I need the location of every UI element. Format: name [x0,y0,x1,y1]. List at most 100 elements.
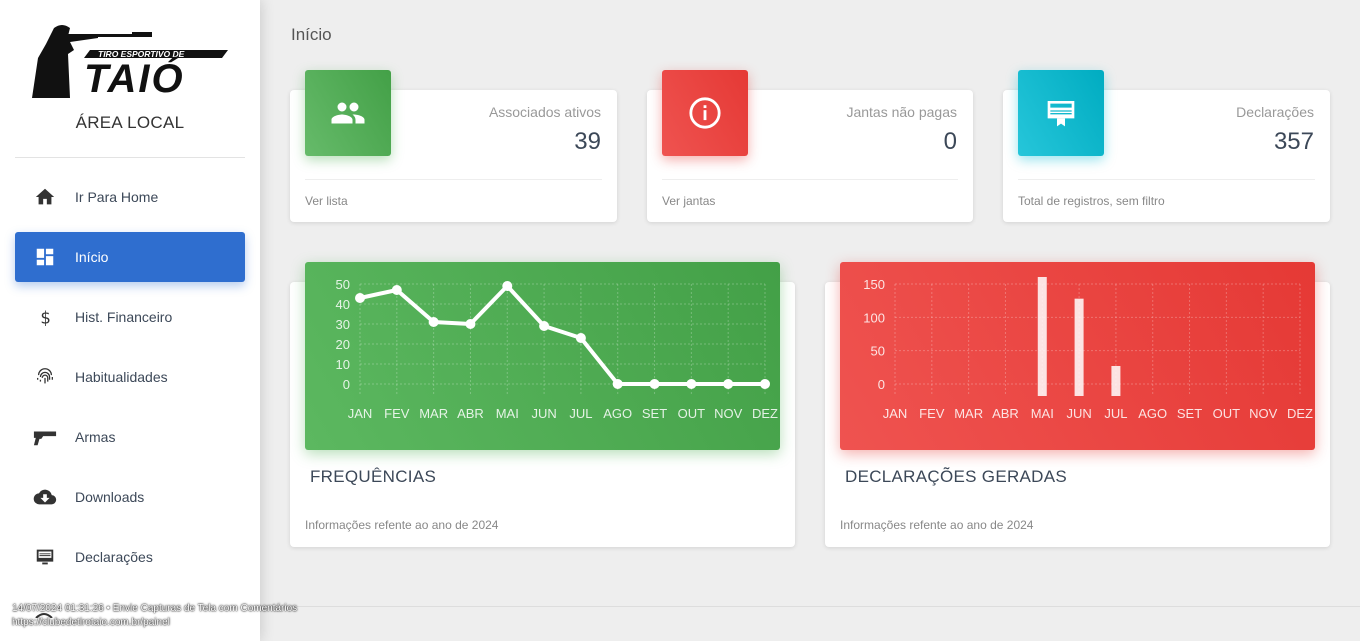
footer-divider [260,606,1360,607]
club-logo[interactable]: TIRO ESPORTIVO DE TAIÓ [32,20,228,101]
sidebar-title: ÁREA LOCAL [75,113,185,132]
stat-category: Associados ativos [488,104,601,120]
x-tick-label: ABR [457,406,484,421]
sidebar-item-label: Downloads [75,489,145,505]
x-tick-label: JUN [1066,406,1091,421]
sidebar-item-inicio[interactable]: Início [15,232,245,282]
stat-footer-link[interactable]: Ver jantas [662,194,715,208]
y-tick-label: 10 [336,357,350,372]
divider [1018,179,1315,180]
x-tick-label: NOV [1249,406,1278,421]
y-tick-label: 0 [878,377,885,392]
bar-chart: 0 50 100 150 JAN FEV MAR ABR MAI JUN JUL AGO SET OUT N… [863,277,1313,421]
stat-footer-link[interactable]: Ver lista [305,194,348,208]
series-line [359,284,765,386]
y-tick-label: 50 [336,277,350,292]
page-title: Início [291,25,332,44]
x-tick-label: SET [1177,406,1202,421]
x-tick-label: AGO [1138,406,1167,421]
pistol-icon [33,425,57,449]
x-tick-label: OUT [1213,406,1241,421]
chart-footer: Informações refente ao ano de 2024 [840,518,1034,532]
chart-title: DECLARAÇÕES GERADAS [845,467,1068,486]
stat-value: 0 [943,128,957,155]
y-tick-label: 150 [863,277,885,292]
card-icon [33,545,57,569]
sidebar-nav: Ir Para Home Início $ Hist. Financeiro H… [15,172,245,592]
x-tick-label: FEV [384,406,410,421]
stat-category: Jantas não pagas [846,104,957,120]
x-tick-label: MAR [954,406,983,421]
y-tick-label: 100 [863,310,885,325]
fingerprint-icon [33,365,57,389]
x-tick-label: ABR [992,406,1019,421]
bar [1074,298,1084,396]
x-tick-label: AGO [603,406,632,421]
dashboard-icon [33,245,57,269]
stat-icon-box [662,70,748,156]
stat-footer-text: Total de registros, sem filtro [1018,194,1165,208]
data-point [612,379,623,389]
data-point [649,379,660,389]
sidebar-item-declaracoes[interactable]: Declarações [15,532,245,582]
sidebar-item-label: Armas [75,429,116,445]
x-tick-label: NOV [714,406,743,421]
sidebar-item-armas[interactable]: Armas [15,412,245,462]
x-tick-label: JAN [883,406,908,421]
sidebar-item-label: Ir Para Home [75,189,159,205]
chart-declaracoes: 0 50 100 150 JAN FEV MAR ABR MAI JUN JUL AGO SET OUT N… [840,262,1315,450]
y-tick-label: 0 [343,377,350,392]
data-point [465,319,476,329]
divider [305,179,602,180]
chart-footer: Informações refente ao ano de 2024 [305,518,499,532]
y-tick-label: 50 [871,344,885,359]
stat-value: 357 [1273,128,1314,155]
screenshot-overlay: 14/07/2024 01:31:26 • Envie Capturas de … [12,602,297,630]
sidebar-item-habitualidades[interactable]: Habitualidades [15,352,245,402]
x-tick-label: JAN [348,406,373,421]
sidebar: TIRO ESPORTIVO DE TAIÓ ÁREA LOCAL Ir Par… [0,0,260,641]
stat-icon-box [1018,70,1104,156]
sidebar-item-label: Habitualidades [75,369,168,385]
svg-text:$: $ [40,308,51,327]
bar [1037,277,1047,396]
x-tick-label: JUL [1104,406,1127,421]
x-tick-label: MAI [496,406,519,421]
x-tick-label: DEZ [1287,406,1313,421]
x-tick-label: FEV [919,406,945,421]
y-tick-label: 30 [336,317,350,332]
x-tick-label: SET [642,406,667,421]
sidebar-item-home[interactable]: Ir Para Home [15,172,245,222]
x-tick-label: MAR [419,406,448,421]
data-point [760,379,770,389]
overlay-timestamp: 14/07/2024 01:31:26 • Envie Capturas de … [12,603,298,614]
x-tick-label: OUT [678,406,706,421]
data-point [575,333,586,343]
chart-frequencias: 0 10 20 30 40 50 JAN FEV MAR ABR MAI JUN JUL AGO SET OU… [305,262,780,450]
divider [662,179,958,180]
home-icon [33,185,57,209]
sidebar-item-downloads[interactable]: Downloads [15,472,245,522]
data-point [539,321,550,331]
x-tick-label: JUN [531,406,556,421]
data-point [355,293,365,303]
x-tick-label: MAI [1031,406,1054,421]
info-icon [689,97,721,129]
line-chart: 0 10 20 30 40 50 JAN FEV MAR ABR MAI JUN JUL AGO SET OU… [336,277,779,421]
x-tick-label: JUL [569,406,592,421]
stat-value: 39 [574,128,601,155]
logo-big-text: TAIÓ [84,55,185,100]
stat-icon-box [305,70,391,156]
sidebar-item-label: Declarações [75,549,153,565]
sidebar-item-hist-financeiro[interactable]: $ Hist. Financeiro [15,292,245,342]
data-point [502,281,513,291]
people-icon [331,102,365,124]
overlay-url: https://clubedetirotaio.com.br/painel [12,617,170,628]
cloud-download-icon [33,485,57,509]
chart-title: FREQUÊNCIAS [310,467,437,486]
data-point [428,317,439,327]
bar [1111,366,1121,396]
data-point [686,379,697,389]
stat-category: Declarações [1236,104,1314,120]
dollar-icon: $ [33,305,57,329]
